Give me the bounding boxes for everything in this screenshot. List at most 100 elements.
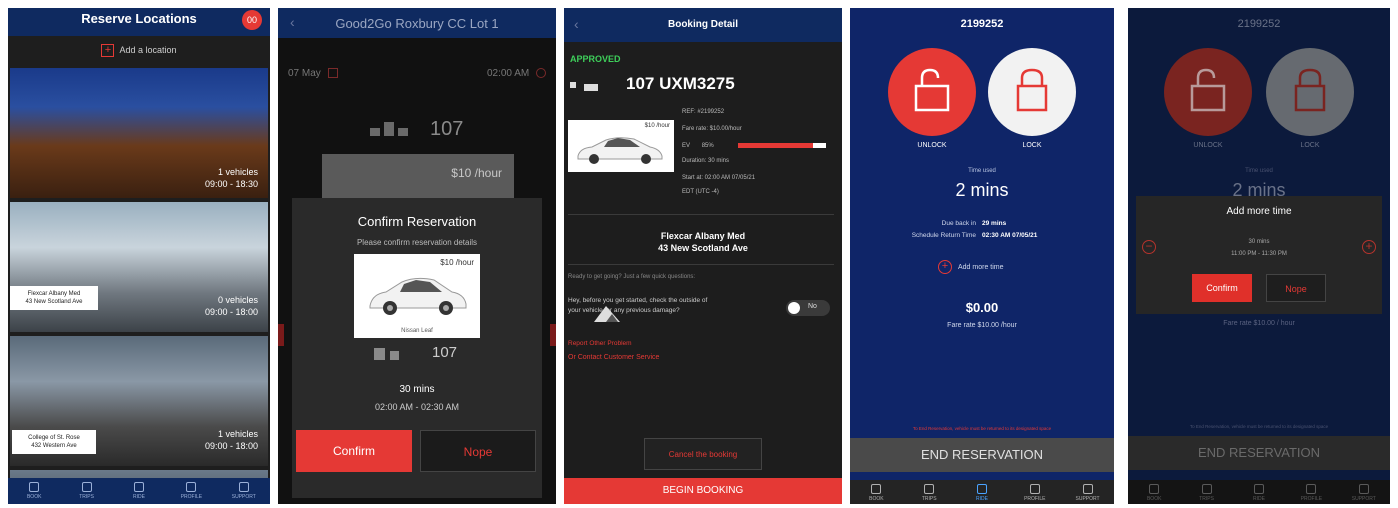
plus-circle-icon[interactable]: + [1362,240,1376,254]
duration: 30 mins [399,384,435,395]
divider [568,264,834,265]
page-title: Good2Go Roxbury CC Lot 1 [335,16,499,31]
trips-icon [1201,484,1212,494]
support-icon [1358,484,1369,494]
tab-ride[interactable]: RIDE [956,480,1009,504]
chevron-down-icon [536,68,546,79]
footer-note: To End Reservation, vehicle must be retu… [912,426,1052,431]
end-reservation-button[interactable]: END RESERVATION [850,438,1114,472]
location-info: Flexcar Albany Med 43 New Scotland Ave [564,230,842,254]
unlock-button[interactable] [888,48,976,136]
tab-trips[interactable]: TRIPS [903,480,956,504]
unlock-icon [1190,68,1226,112]
tab-book[interactable]: BOOK [1128,480,1180,504]
report-problem-link[interactable]: Report Other Problem [568,340,632,347]
screen-add-more-time: 2199252 UNLOCK LOCK Time used 2 mins Add… [1128,8,1390,504]
screen-confirm-reservation: ‹ Good2Go Roxbury CC Lot 1 07 May 02:00 … [278,8,556,504]
lock-label: LOCK [1300,142,1320,149]
car-caption: Nissan Leaf [401,328,433,334]
time-selector[interactable]: 02:00 AM [487,68,546,79]
toggle-label: No [808,303,817,310]
battery-row: EV 85% [682,139,826,151]
status-badge: APPROVED [570,54,621,64]
reservation-number: 2199252 [960,18,1004,30]
lock-icon [1016,68,1048,112]
screen-reserve-locations: Reserve Locations 00 + Add a location 1 v… [8,8,270,504]
confirm-button[interactable]: Confirm [1192,274,1252,302]
rate-card: $10 /hour [322,154,514,198]
tab-book[interactable]: BOOK [8,478,60,504]
plus-icon: + [101,44,115,57]
plus-circle-icon: + [938,260,952,274]
battery-bar [738,143,826,148]
tab-trips[interactable]: TRIPS [1180,480,1232,504]
car-number: 107 [430,118,464,140]
tab-bar: BOOK TRIPS RIDE PROFILE SUPPORT [850,480,1114,504]
profile-icon [186,482,197,492]
tab-support[interactable]: SUPPORT [1338,480,1390,504]
search-icon [1149,484,1160,494]
add-location-button[interactable]: + Add a location [8,44,270,57]
vehicle-count: 1 vehicles [217,429,258,439]
unlock-button[interactable] [1164,48,1252,136]
schedule-return-value: 02:30 AM 07/05/21 [982,232,1038,239]
profile-icon [1029,484,1040,494]
modal-title: Confirm Reservation [357,214,477,229]
date-selector[interactable]: 07 May [288,68,338,79]
nope-button[interactable]: Nope [1266,274,1326,302]
tab-book[interactable]: BOOK [850,480,903,504]
confirm-modal: Confirm Reservation Please confirm reser… [292,198,542,498]
support-icon [1082,484,1093,494]
time-used-value: 2 mins [955,180,1009,200]
tab-profile[interactable]: PROFILE [1008,480,1061,504]
confirm-button[interactable]: Confirm [296,430,412,472]
modal-title: Add more time [1226,206,1292,217]
modal-subtitle: Please confirm reservation details [356,238,478,247]
battery-label: EV [682,143,691,149]
lock-button[interactable] [988,48,1076,136]
start-at: Start at: 02:00 AM 07/05/21 [682,175,756,181]
vehicle-count: 1 vehicles [217,167,258,177]
tab-support[interactable]: SUPPORT [1061,480,1114,504]
begin-booking-button[interactable]: BEGIN BOOKING [564,478,842,504]
screen-booking-detail: ‹ Booking Detail APPROVED 107 UXM3275 $1… [564,8,842,504]
damage-toggle[interactable]: No [786,300,830,316]
lock-button[interactable] [1266,48,1354,136]
page-title: Booking Detail [667,19,738,30]
location-label-3[interactable]: College of St. Rose 432 Western Ave [12,430,96,454]
notification-badge[interactable]: 00 [242,10,262,30]
time-used-label: Time used [1245,168,1273,174]
location-card-2[interactable]: 0 vehicles 09:00 - 18:00 [10,202,268,332]
add-location-label: Add a location [119,44,177,55]
end-reservation-button[interactable]: END RESERVATION [1128,436,1390,470]
screen-active-reservation: 2199252 UNLOCK LOCK Time used 2 mins Due… [850,8,1114,504]
tab-profile[interactable]: PROFILE [165,478,217,504]
contact-support-link[interactable]: Or Contact Customer Service [568,354,659,361]
divider [568,214,834,215]
tab-ride[interactable]: RIDE [1233,480,1285,504]
car-illustration [577,137,663,164]
location-label-2[interactable]: Flexcar Albany Med 43 New Scotland Ave [10,286,98,310]
cancel-booking-button[interactable]: Cancel the booking [644,438,762,470]
tab-trips[interactable]: TRIPS [60,478,112,504]
location-name: Flexcar Albany Med [27,291,81,297]
search-icon [29,482,40,492]
tab-support[interactable]: SUPPORT [218,478,270,504]
tab-ride[interactable]: RIDE [113,478,165,504]
reservation-number: 2199252 [1237,18,1281,30]
car-icon [976,484,987,494]
trips-icon [81,482,92,492]
car-icon [1254,484,1265,494]
duration: Duration: 30 mins [682,158,730,164]
tab-profile[interactable]: PROFILE [1285,480,1337,504]
battery-pct: 85% [701,143,714,149]
nope-button[interactable]: Nope [420,430,536,472]
return-info: Due back in 29 mins Schedule Return Time… [850,218,1114,242]
due-back-value: 29 mins [982,220,1007,227]
booking-info: REF: #2199252 Fare rate: $10.00/hour EV … [682,105,826,199]
lock-icon [1294,68,1326,112]
profile-icon [1306,484,1317,494]
add-more-time-button[interactable]: + Add more time [938,260,1004,274]
lock-label: LOCK [1022,142,1042,149]
location-card-1[interactable]: 1 vehicles 09:00 - 18:30 [10,68,268,198]
